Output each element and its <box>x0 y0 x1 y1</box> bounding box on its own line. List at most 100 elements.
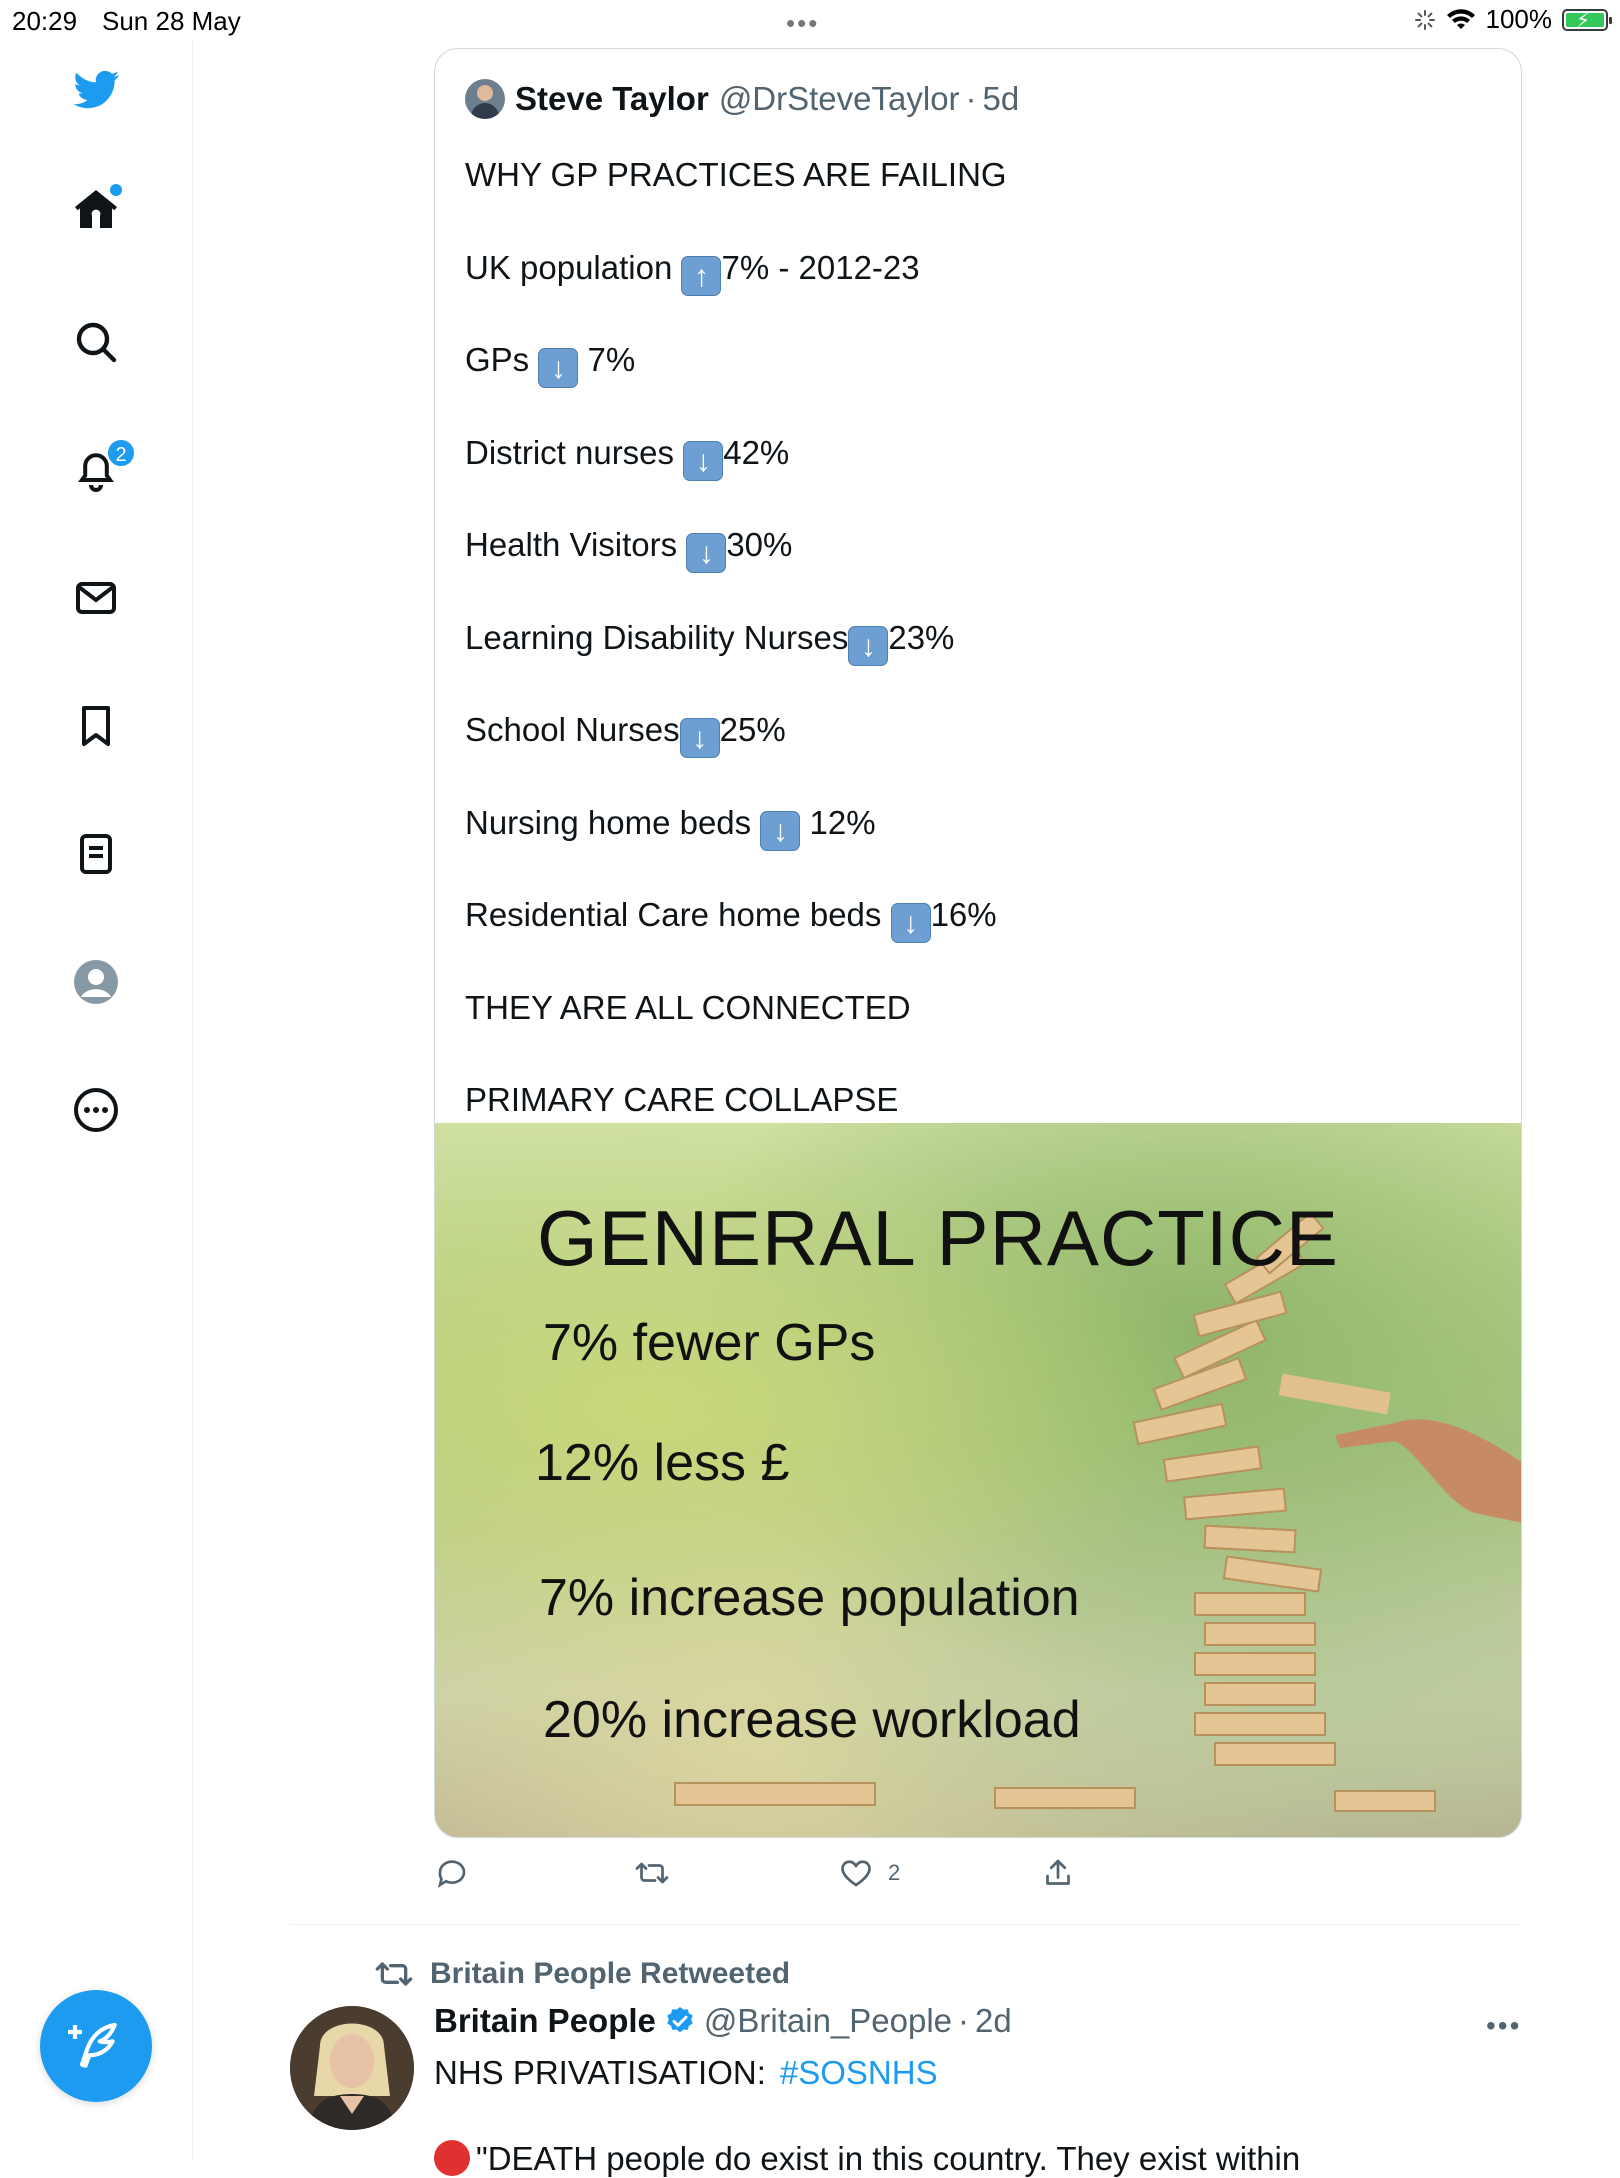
quoted-tweet-image[interactable]: GENERAL PRACTICE 7% fewer GPs 12% less £… <box>435 1123 1521 1837</box>
quoted-tweet-time[interactable]: 5d <box>983 80 1020 118</box>
jenga-block <box>994 1787 1136 1809</box>
jenga-block <box>1204 1622 1316 1646</box>
quoted-line-text: WHY GP PRACTICES ARE FAILING <box>465 156 1007 193</box>
jenga-block <box>1183 1487 1287 1521</box>
quoted-line-value: 23% <box>888 618 955 656</box>
quoted-tweet-line: WHY GP PRACTICES ARE FAILING <box>465 145 1485 238</box>
down-arrow-emoji-icon: ↓ <box>760 810 801 851</box>
quoted-tweet-line: GPs ↓ 7% <box>465 330 1485 423</box>
jenga-block <box>1194 1652 1316 1676</box>
jenga-block <box>1222 1555 1323 1593</box>
verified-badge-icon <box>667 2007 693 2033</box>
bookmarks-icon[interactable] <box>66 696 126 756</box>
notifications-badge: 2 <box>106 438 136 468</box>
jenga-block <box>1162 1445 1263 1483</box>
quoted-tweet-line: Residential Care home beds ↓ 16% <box>465 885 1485 978</box>
quoted-author-handle[interactable]: @DrSteveTaylor <box>719 80 960 118</box>
jenga-block <box>1204 1682 1316 1706</box>
image-line-2: 12% less £ <box>535 1434 790 1492</box>
battery-percent: 100% <box>1485 4 1553 34</box>
separator-dot: · <box>965 80 977 117</box>
author-avatar[interactable] <box>290 2006 414 2130</box>
share-icon <box>1046 1859 1070 1885</box>
quoted-author-avatar[interactable] <box>465 79 505 119</box>
quoted-line-text: School Nurses <box>465 711 680 748</box>
profile-avatar-icon[interactable] <box>66 952 126 1012</box>
more-options-button[interactable]: ••• <box>1486 2010 1521 2042</box>
lists-icon[interactable] <box>66 824 126 884</box>
more-options-icon[interactable] <box>66 1080 126 1140</box>
messages-envelope-icon[interactable] <box>66 568 126 628</box>
home-icon[interactable] <box>66 180 126 240</box>
tweet-time[interactable]: 2d <box>975 2002 1012 2040</box>
tweet-text-continued: "DEATH people do exist in this country. … <box>434 2140 1300 2178</box>
image-line-3: 7% increase population <box>539 1569 1080 1627</box>
quoted-tweet-line: THEY ARE ALL CONNECTED <box>465 978 1485 1071</box>
quoted-line-text: THEY ARE ALL CONNECTED <box>465 988 911 1026</box>
like-count: 2 <box>888 1860 901 1885</box>
quoted-line-text: District nurses <box>465 433 684 471</box>
share-button[interactable] <box>1040 1855 1076 1891</box>
quoted-line-value: 25% <box>719 711 786 748</box>
status-date: Sun 28 May <box>102 6 241 36</box>
battery-icon: ⚡ <box>1562 8 1612 32</box>
quoted-line-text: GPs <box>465 341 539 378</box>
red-circle-emoji-icon <box>434 2140 470 2176</box>
quoted-tweet-line: Learning Disability Nurses ↓ 23% <box>465 608 1485 701</box>
down-arrow-emoji-icon: ↓ <box>683 440 724 481</box>
quoted-tweet-line: Nursing home beds ↓ 12% <box>465 793 1485 886</box>
jenga-block <box>1334 1790 1436 1812</box>
author-name[interactable]: Britain People <box>434 2002 656 2040</box>
twitter-logo-icon[interactable] <box>66 60 126 120</box>
loading-spinner-icon <box>1414 9 1435 30</box>
status-time: 20:29 <box>12 6 78 36</box>
heart-icon <box>841 1860 871 1887</box>
wifi-icon <box>1446 8 1475 29</box>
jenga-block <box>674 1782 876 1806</box>
jenga-block <box>1132 1402 1228 1446</box>
image-line-4: 20% increase workload <box>543 1691 1081 1749</box>
down-arrow-emoji-icon: ↓ <box>686 533 727 573</box>
retweet-icon <box>635 1862 669 1884</box>
quoted-author-name[interactable]: Steve Taylor <box>515 80 709 118</box>
reply-icon <box>437 1860 466 1888</box>
multitask-dots-icon[interactable]: ••• <box>786 8 819 39</box>
like-button[interactable]: 2 <box>838 1855 900 1891</box>
status-indicators: 100% ⚡ <box>1414 4 1612 35</box>
search-icon[interactable] <box>66 312 126 372</box>
quoted-tweet-line: District nurses ↓ 42% <box>465 423 1485 516</box>
notifications-bell-icon[interactable]: 2 <box>66 438 136 500</box>
quoted-line-text: Residential Care home beds <box>465 896 891 933</box>
jenga-block <box>1214 1742 1336 1766</box>
reply-button[interactable] <box>434 1855 470 1891</box>
separator-dot: · <box>958 2002 970 2039</box>
tweet-header: Britain People @Britain_People · 2d <box>434 2002 1012 2040</box>
author-handle[interactable]: @Britain_People <box>704 2002 952 2040</box>
down-arrow-emoji-icon: ↓ <box>848 625 889 666</box>
quoted-tweet-card[interactable]: Steve Taylor @DrSteveTaylor · 5d WHY GP … <box>434 48 1522 1838</box>
quoted-line-text: PRIMARY CARE COLLAPSE <box>465 1081 899 1118</box>
down-arrow-emoji-icon: ↓ <box>538 348 579 388</box>
sidebar-nav: 2 <box>0 40 193 2160</box>
tweet-text: NHS PRIVATISATION: #SOSNHS <box>434 2054 938 2092</box>
jenga-block <box>1194 1592 1306 1616</box>
quoted-line-value: 7% <box>578 341 636 378</box>
retweet-button[interactable] <box>634 1855 670 1891</box>
tweet-next-line: "DEATH people do exist in this country. … <box>476 2140 1301 2177</box>
quoted-tweet-line: School Nurses ↓ 25% <box>465 700 1485 793</box>
compose-tweet-button[interactable] <box>40 1990 152 2102</box>
quoted-line-text: UK population <box>465 248 682 286</box>
home-unread-dot <box>110 184 122 196</box>
down-arrow-emoji-icon: ↓ <box>679 718 720 758</box>
retweet-icon <box>375 1962 413 1986</box>
hashtag-link[interactable]: #SOSNHS <box>780 2054 938 2091</box>
retweet-context[interactable]: Britain People Retweeted <box>374 1954 790 1994</box>
retweet-context-label: Britain People Retweeted <box>430 1957 791 1990</box>
quoted-line-value: 16% <box>930 896 997 933</box>
quoted-line-value: 42% <box>723 433 790 471</box>
image-title: GENERAL PRACTICE <box>537 1194 1339 1282</box>
compose-feather-icon <box>68 2022 117 2068</box>
status-bar: 20:29 Sun 28 May ••• 100% ⚡ <box>0 0 1620 40</box>
quoted-tweet-text: WHY GP PRACTICES ARE FAILING UK populatio… <box>465 145 1485 1163</box>
quoted-line-value: 30% <box>726 526 793 563</box>
